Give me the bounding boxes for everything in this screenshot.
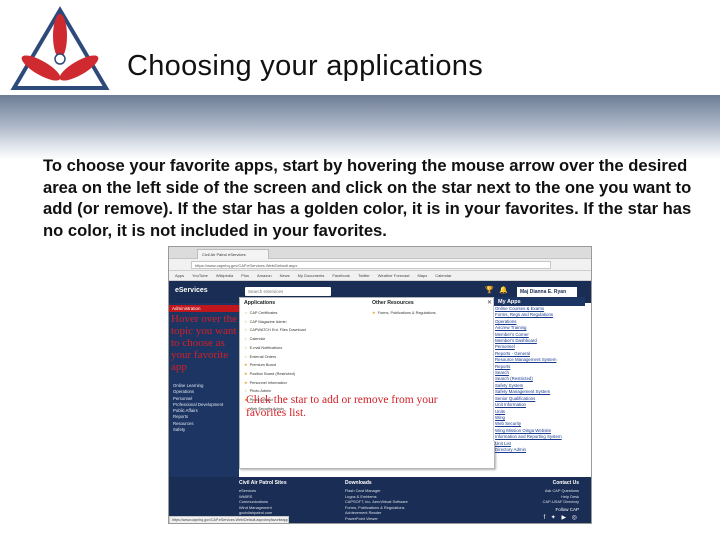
footer-heading: Civil Air Patrol Sites [239,480,287,486]
browser-screenshot: Civil Air Patrol eServices https://www.c… [168,246,592,524]
cap-propeller-logo-icon [10,6,110,90]
other-resource-item[interactable]: ★ Forms, Publications & Regulations [372,309,436,318]
follow-label: Follow CAP [555,506,579,512]
header-band [0,95,720,160]
sidebar-item-administration[interactable]: Administration [169,305,239,312]
bookmark-item[interactable]: Plus [241,273,249,278]
app-item[interactable]: ☆ CAP Certificates [244,309,306,318]
eservices-main: Administration Hover over the topic you … [169,297,591,523]
close-icon[interactable]: ✕ [487,299,492,306]
applications-heading: Applications [244,300,276,306]
app-item[interactable]: ★ Premium Board [244,361,306,370]
app-item[interactable]: ★ Personnel Information [244,379,306,388]
bookmark-item[interactable]: YouTube [192,273,208,278]
star-icon[interactable]: ☆ [244,388,248,393]
user-menu[interactable]: Maj Dianna E. Ryan [517,287,577,297]
slide-body: To choose your favorite apps, start by h… [43,156,692,240]
star-icon[interactable]: ★ [244,362,248,367]
bookmark-item[interactable]: Calendar [435,273,451,278]
browser-statusbar: https://www.capnhq.gov/CAP.eServices.Web… [169,516,289,523]
app-item[interactable]: ☆ E-mail Notifications [244,344,306,353]
hover-instruction: Hover over the topic you want to choose … [171,313,237,373]
browser-tabbar: Civil Air Patrol eServices [169,247,591,259]
click-instruction: Click the star to add or remove from you… [246,394,438,419]
bookmark-item[interactable]: Twitter [358,273,370,278]
my-apps-list: Online Courses & Exams Forms, Regs and R… [494,306,585,453]
my-apps-heading: My Apps [494,297,585,306]
footer-heading: Contact Us [552,480,579,486]
sidebar-item[interactable]: Safety [173,427,223,433]
bookmark-item[interactable]: Facebook [332,273,350,278]
slide-title: Choosing your applications [127,50,484,82]
star-icon[interactable]: ☆ [244,327,248,332]
star-icon[interactable]: ☆ [244,354,248,359]
bookmark-item[interactable]: Apps [175,273,184,278]
other-resources-heading: Other Resources [372,300,414,306]
trophy-icon[interactable]: 🏆 [485,287,494,295]
app-item[interactable]: ☆ CAPWATCH Ent. Files Download [244,326,306,335]
my-apps-panel: My Apps Online Courses & Exams Forms, Re… [493,297,585,452]
star-icon[interactable]: ☆ [244,336,248,341]
bookmark-item[interactable]: Maps [417,273,427,278]
footer-link[interactable]: PowerPoint Viewer [345,516,408,522]
footer-col-downloads: Downloads Flash Card Manager Logos & Emb… [345,480,408,521]
browser-tab[interactable]: Civil Air Patrol eServices [197,249,269,259]
bookmarks-bar: Apps YouTube Wikipedia Plus Amazon News … [169,271,591,281]
url-field[interactable]: https://www.capnhq.gov/CAP.eServices.Web… [191,261,551,269]
bookmark-item[interactable]: Wikipedia [216,273,233,278]
browser-addressbar: https://www.capnhq.gov/CAP.eServices.Web… [169,259,591,271]
my-app-link[interactable]: Directory Admin [495,447,585,453]
star-icon[interactable]: ★ [244,371,248,376]
footer-heading: Downloads [345,480,372,486]
app-item[interactable]: ★ Position Board (Restricted) [244,370,306,379]
footer-link[interactable]: CAP-USAF Directory [479,499,579,505]
star-icon[interactable]: ☆ [244,319,248,324]
footer-link[interactable]: CAPSOFT, Inc. AeroVirtual Software [345,499,408,505]
star-icon[interactable]: ★ [372,310,376,315]
star-icon[interactable]: ★ [244,380,248,385]
star-icon[interactable]: ☆ [244,345,248,350]
bookmark-item[interactable]: Weather Forecast [378,273,410,278]
bookmark-item[interactable]: News [280,273,290,278]
side-nav: Administration Hover over the topic you … [169,303,239,479]
app-item[interactable]: ☆ External Orders [244,353,306,362]
eservices-logo[interactable]: eServices [175,287,208,294]
other-resources-list: ★ Forms, Publications & Regulations [372,309,436,318]
bell-icon[interactable]: 🔔 [499,287,508,295]
sidebar-list: Online Learning Operations Personnel Pro… [173,383,223,433]
bookmark-item[interactable]: My Documents [298,273,325,278]
footer-col-contact: Contact Us Ask CAP Questions Help Desk C… [479,480,579,521]
search-input[interactable]: Search eServices [245,287,331,296]
bookmark-item[interactable]: Amazon [257,273,272,278]
app-item[interactable]: ☆ CAP Magazine Admin [244,318,306,327]
app-item[interactable]: ☆ Calendar [244,335,306,344]
star-icon[interactable]: ☆ [244,310,248,315]
applications-flyout: Applications Other Resources ✕ ☆ CAP Cert… [239,297,495,469]
social-icons[interactable]: f ✦ ▶ ◎ [479,514,579,521]
footer-col-sites: Civil Air Patrol Sites eServices WMIRS C… [239,480,287,521]
